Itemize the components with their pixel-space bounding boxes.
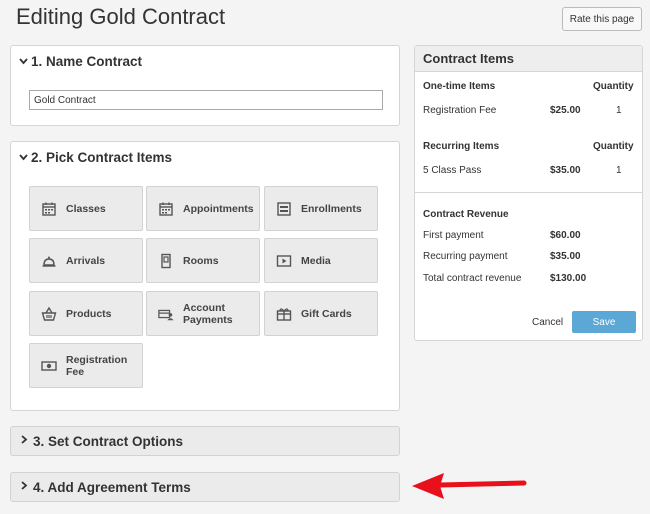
pick-items-header[interactable]: 2. Pick Contract Items <box>19 150 172 165</box>
one-time-item-name: Registration Fee <box>423 105 497 116</box>
name-contract-title: 1. Name Contract <box>31 54 143 69</box>
agreement-terms-section[interactable]: 4. Add Agreement Terms <box>10 472 400 502</box>
cancel-button[interactable]: Cancel <box>532 317 563 328</box>
item-label: Registration Fee <box>66 353 128 378</box>
item-classes[interactable]: Classes <box>29 186 143 231</box>
one-time-item-price: $25.00 <box>550 105 581 116</box>
item-label: Products <box>66 307 112 320</box>
quantity-header: Quantity <box>593 81 634 92</box>
save-button[interactable]: Save <box>572 311 636 333</box>
recurring-item-price: $35.00 <box>550 165 581 176</box>
media-icon <box>276 253 292 269</box>
item-media[interactable]: Media <box>264 238 378 283</box>
chevron-right-icon <box>21 435 33 447</box>
recurring-item-qty: 1 <box>616 165 622 176</box>
bell-icon <box>41 253 57 269</box>
item-arrivals[interactable]: Arrivals <box>29 238 143 283</box>
calendar-icon <box>41 201 57 217</box>
quantity-header: Quantity <box>593 141 634 152</box>
agreement-terms-title: 4. Add Agreement Terms <box>33 479 191 495</box>
revenue-label: Recurring payment <box>423 251 508 262</box>
account-icon <box>158 306 174 322</box>
revenue-value: $60.00 <box>550 230 581 241</box>
item-label: Account Payments <box>183 301 233 326</box>
one-time-header: One-time Items <box>423 81 496 92</box>
page-title: Editing Gold Contract <box>16 4 226 29</box>
name-contract-section: 1. Name Contract Gold Contract <box>10 45 400 126</box>
divider <box>415 192 642 193</box>
item-label: Arrivals <box>66 254 106 267</box>
item-account-payments[interactable]: Account Payments <box>146 291 260 336</box>
basket-icon <box>41 306 57 322</box>
revenue-header: Contract Revenue <box>423 209 509 220</box>
door-icon <box>158 253 174 269</box>
contract-options-title: 3. Set Contract Options <box>33 433 184 449</box>
item-label: Classes <box>66 202 106 215</box>
contract-items-panel: Contract Items One-time Items Quantity R… <box>414 45 643 341</box>
item-label: Rooms <box>183 254 219 267</box>
item-appointments[interactable]: Appointments <box>146 186 260 231</box>
rate-page-button[interactable]: Rate this page <box>562 7 642 31</box>
contract-options-section[interactable]: 3. Set Contract Options <box>10 426 400 456</box>
list-icon <box>276 201 292 217</box>
revenue-value: $35.00 <box>550 251 581 262</box>
contract-items-title: Contract Items <box>415 46 642 72</box>
recurring-item-name: 5 Class Pass <box>423 165 482 176</box>
item-gift-cards[interactable]: Gift Cards <box>264 291 378 336</box>
calendar-icon <box>158 201 174 217</box>
red-arrow-icon <box>412 473 527 499</box>
chevron-down-icon <box>19 152 31 164</box>
revenue-label: First payment <box>423 230 484 241</box>
contract-name-input[interactable]: Gold Contract <box>29 90 383 110</box>
item-label: Appointments <box>183 202 254 215</box>
pick-items-title: 2. Pick Contract Items <box>31 150 173 165</box>
chevron-down-icon <box>19 56 31 68</box>
revenue-label: Total contract revenue <box>423 273 522 284</box>
item-products[interactable]: Products <box>29 291 143 336</box>
name-contract-header[interactable]: 1. Name Contract <box>19 54 142 69</box>
item-label: Media <box>301 254 331 267</box>
item-label: Enrollments <box>301 202 362 215</box>
item-label: Gift Cards <box>301 307 352 320</box>
money-icon <box>41 358 57 374</box>
pick-items-section: 2. Pick Contract Items Classes Appointme… <box>10 141 400 411</box>
gift-icon <box>276 306 292 322</box>
item-rooms[interactable]: Rooms <box>146 238 260 283</box>
one-time-item-qty: 1 <box>616 105 622 116</box>
item-registration-fee[interactable]: Registration Fee <box>29 343 143 388</box>
recurring-header: Recurring Items <box>423 141 500 152</box>
item-enrollments[interactable]: Enrollments <box>264 186 378 231</box>
revenue-value: $130.00 <box>550 273 587 284</box>
chevron-right-icon <box>21 481 33 493</box>
